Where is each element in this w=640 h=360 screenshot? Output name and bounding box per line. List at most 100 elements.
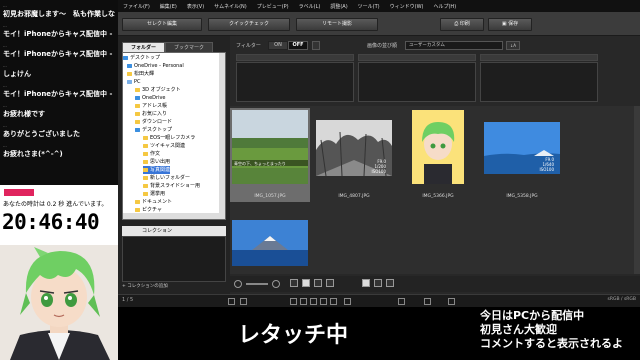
time-widget: あなたの時計は 0.2 秒 進んでいます。 20:46:40 [0, 185, 118, 245]
zoom-out-icon[interactable] [234, 280, 242, 288]
tree-item[interactable]: OneDrive - Personal [127, 62, 184, 70]
tree-item-label: 新しいフォルダー [150, 175, 191, 181]
tree-item[interactable]: アドレス帳 [135, 102, 167, 110]
tree-item[interactable]: 思い出用 [143, 158, 170, 166]
chat-author: ... [3, 63, 7, 68]
tree-item[interactable]: ドキュメント [135, 198, 172, 206]
menu-item[interactable]: 編集(E) [155, 3, 182, 10]
chat-message: ... 初見お邪魔します〜 私も作業しながらす〜 [0, 0, 118, 20]
desktop-icon [135, 127, 140, 132]
tree-scrollbar[interactable] [219, 53, 225, 219]
view-detail-icon[interactable] [326, 279, 334, 287]
tree-item[interactable]: デスクトップ [135, 126, 172, 134]
menu-item[interactable]: ファイル(F) [118, 3, 155, 10]
zoom-in-icon[interactable] [272, 280, 280, 288]
menu-item[interactable]: サムネイル(N) [209, 3, 252, 10]
thumbnail-item[interactable] [230, 206, 310, 274]
rating-1-icon[interactable] [290, 298, 297, 305]
tree-item[interactable]: 新しいフォルダー [143, 174, 190, 182]
menu-item[interactable]: プレビュー(P) [252, 3, 294, 10]
filter-row: フィルター ON OFF 画像の並び順 ユーザーカスタム ↓A [230, 39, 640, 51]
sort-order-icon[interactable]: ↓A [506, 41, 520, 50]
tab-bookmark[interactable]: ブックマーク [165, 42, 214, 52]
tree-item[interactable]: 3D オブジェクト [135, 86, 181, 94]
collection-header[interactable]: コレクション [122, 226, 226, 236]
grid-scrollbar[interactable] [634, 106, 640, 274]
menu-item[interactable]: 表示(V) [182, 3, 209, 10]
save-button[interactable]: ▣ 保存 [488, 18, 532, 31]
frame-icon[interactable] [374, 279, 382, 287]
rating-5-icon[interactable] [330, 298, 337, 305]
tree-horizontal-scrollbar[interactable] [123, 213, 221, 219]
tree-item[interactable]: 背景スライドショー用 [143, 182, 200, 190]
menu-item[interactable]: ラベル(L) [294, 3, 326, 10]
chat-author: ... [3, 43, 7, 48]
folder-panel: フォルダー ブックマーク デスクトップ OneDrive - Personal 松田… [118, 36, 230, 294]
tree-item[interactable]: 写真関連 [143, 166, 171, 174]
tree-item[interactable]: OneDrive [135, 94, 166, 102]
menu-item[interactable]: 調整(A) [325, 3, 352, 10]
tree-item[interactable]: 作文 [143, 150, 160, 158]
raw-jpeg-icon[interactable] [362, 279, 370, 287]
tree-item[interactable]: デスクトップ [123, 54, 160, 62]
cloud-icon [127, 63, 132, 68]
delete-icon[interactable] [448, 298, 455, 305]
print-button[interactable]: ⎙ 印刷 [440, 18, 484, 31]
tree-item[interactable]: 選挙用 [143, 190, 165, 198]
check-icon[interactable] [424, 298, 431, 305]
tree-item[interactable]: お気に入り [135, 110, 167, 118]
compare-icon[interactable] [386, 279, 394, 287]
rating-3-icon[interactable] [310, 298, 317, 305]
sort-label: 画像の並び順 [367, 43, 398, 49]
star-icon[interactable] [398, 298, 405, 305]
add-collection-button[interactable]: + コレクションの追加 [122, 283, 168, 289]
filter-off-button[interactable]: OFF [288, 41, 308, 50]
rotate-right-icon[interactable] [240, 298, 247, 305]
pc-icon [127, 79, 132, 84]
label-icon[interactable] [344, 298, 351, 305]
rotate-left-icon[interactable] [228, 298, 235, 305]
exif-info: F9.0 1/200 ISO100 [371, 159, 386, 174]
filter-box-header-1[interactable] [236, 54, 354, 61]
menu-item[interactable]: ツール(T) [353, 3, 385, 10]
thumbnail-item[interactable]: F9.0 1/640 ISO100 IMG_5358.JPG [482, 108, 562, 202]
filter-box-header-3[interactable] [480, 54, 598, 61]
select-edit-button[interactable]: セレクト編集 [122, 18, 202, 31]
color-space: sRGB / sRGB [607, 297, 636, 302]
view-grid-small-icon[interactable] [290, 279, 298, 287]
filter-on-button[interactable]: ON [268, 41, 288, 50]
tree-item-label: 背景スライドショー用 [150, 183, 201, 189]
rating-2-icon[interactable] [300, 298, 307, 305]
view-list-icon[interactable] [314, 279, 322, 287]
menu-item[interactable]: ヘルプ(H) [428, 3, 461, 10]
tree-item[interactable]: ダウンロード [135, 118, 172, 126]
thumbnail-item[interactable]: F9.0 1/200 ISO100 IMG_4807.JPG [314, 108, 394, 202]
tab-folder[interactable]: フォルダー [122, 42, 166, 52]
filter-lock-icon[interactable] [312, 41, 320, 50]
tree-item-label: PC [134, 79, 141, 85]
folder-icon [135, 103, 140, 108]
tree-item-label: 3D オブジェクト [142, 87, 181, 93]
sort-select[interactable]: ユーザーカスタム [405, 41, 503, 50]
chat-text: モイ！iPhoneからキャス配信中 - [3, 50, 113, 58]
rating-4-icon[interactable] [320, 298, 327, 305]
filter-box-2 [358, 62, 476, 102]
app-window: ファイル(F) 編集(E) 表示(V) サムネイル(N) プレビュー(P) ラベル(L) 調… [118, 0, 640, 307]
tree-item-label: 思い出用 [150, 159, 171, 165]
quick-check-button[interactable]: クイックチェック [208, 18, 290, 31]
tree-item-label: 作文 [150, 151, 161, 157]
tree-item[interactable]: ツイキャス関連 [143, 142, 185, 150]
folder-tabs: フォルダー ブックマーク [122, 42, 214, 52]
remote-shoot-button[interactable]: リモート撮影 [296, 18, 378, 31]
view-grid-large-icon[interactable] [302, 279, 310, 287]
thumbnail-item[interactable]: 青空の下、ちょっとまったり IMG_1057.JPG [230, 108, 310, 202]
tree-item[interactable]: EOS一眼レフカメラ [143, 134, 195, 142]
cloud-icon [135, 95, 140, 100]
filter-box-header-2[interactable] [358, 54, 476, 61]
tree-item[interactable]: PC [127, 78, 141, 86]
menu-item[interactable]: ウィンドウ(W) [385, 3, 429, 10]
tree-item[interactable]: 松田大輝 [127, 70, 154, 78]
thumbnail-item[interactable]: IMG_5366.JPG [398, 108, 478, 202]
folder-icon [143, 159, 148, 164]
thumbnail-size-slider[interactable] [246, 283, 268, 285]
